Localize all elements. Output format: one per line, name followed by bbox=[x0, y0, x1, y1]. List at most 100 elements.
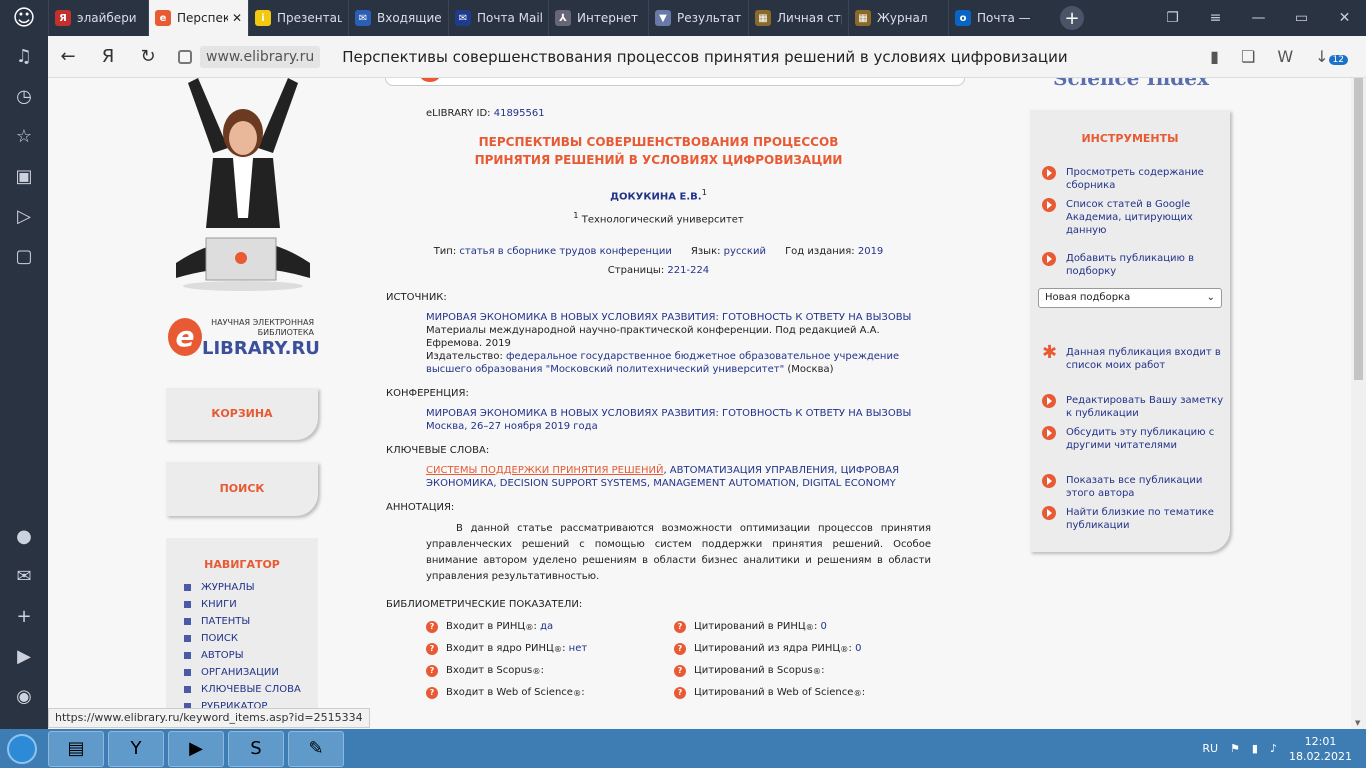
network-icon[interactable]: ▮ bbox=[1252, 742, 1258, 755]
tool-item[interactable]: Показать все публикации этого автора bbox=[1042, 474, 1227, 500]
tool-item[interactable]: Список статей в Google Академиа, цитирую… bbox=[1042, 198, 1227, 237]
tab-0[interactable]: Яэлайбери bbox=[48, 0, 148, 36]
collections-icon[interactable]: ▣ bbox=[0, 156, 48, 196]
help-icon[interactable]: ? bbox=[674, 664, 686, 677]
flag-icon[interactable]: ⚑ bbox=[1230, 742, 1240, 755]
add-icon[interactable]: + bbox=[0, 596, 48, 636]
nav-item[interactable]: КЛЮЧЕВЫЕ СЛОВА bbox=[166, 681, 318, 698]
tab-1[interactable]: e Перспективы ✕ bbox=[148, 0, 248, 36]
tab-7[interactable]: ▦ Личная страница bbox=[748, 0, 848, 36]
history-icon[interactable]: ◷ bbox=[0, 76, 48, 116]
help-icon[interactable]: ? bbox=[426, 642, 438, 655]
source-body: МИРОВАЯ ЭКОНОМИКА В НОВЫХ УСЛОВИЯХ РАЗВИ… bbox=[386, 311, 931, 376]
star-icon[interactable]: ☆ bbox=[0, 116, 48, 156]
publisher-city: (Москва) bbox=[787, 363, 834, 375]
tab-6[interactable]: ▼ Результаты bbox=[648, 0, 748, 36]
tool-item[interactable]: Просмотреть содержание сборника bbox=[1042, 166, 1227, 192]
author-link[interactable]: ДОКУКИНА Е.В. bbox=[610, 191, 701, 202]
help-icon[interactable]: ? bbox=[674, 686, 686, 699]
bell-icon[interactable]: ♫ bbox=[0, 36, 48, 76]
bullet-icon bbox=[184, 618, 191, 625]
tab-5[interactable]: ⅄ Интернет bbox=[548, 0, 648, 36]
tab-label: Интернет bbox=[577, 11, 639, 25]
help-icon[interactable]: ? bbox=[426, 664, 438, 677]
close-button[interactable]: ✕ bbox=[1323, 10, 1366, 26]
tool-item-label: Редактировать Вашу заметку к публикации bbox=[1066, 395, 1224, 419]
tool-item[interactable]: ✱ Данная публикация входит в список моих … bbox=[1042, 344, 1227, 372]
maximize-button[interactable]: ▭ bbox=[1280, 10, 1323, 26]
help-icon[interactable]: ? bbox=[674, 642, 686, 655]
nav-item[interactable]: АВТОРЫ bbox=[166, 647, 318, 664]
tab-3[interactable]: ✉ Входящие bbox=[348, 0, 448, 36]
collection-select[interactable]: Новая подборка ⌄ bbox=[1038, 288, 1222, 308]
cart-button[interactable]: КОРЗИНА bbox=[166, 388, 318, 440]
help-icon[interactable]: ? bbox=[674, 620, 686, 633]
word-icon[interactable]: W bbox=[1277, 47, 1293, 66]
tool-item[interactable]: Найти близкие по тематике публикации bbox=[1042, 506, 1227, 532]
yandex-browser-icon[interactable]: Y bbox=[108, 730, 164, 767]
keyword-link[interactable]: СИСТЕМЫ ПОДДЕРЖКИ ПРИНЯТИЯ РЕШЕНИЙ bbox=[426, 465, 663, 476]
scroll-thumb[interactable] bbox=[1354, 78, 1363, 380]
elibrary-logo[interactable]: e НАУЧНАЯ ЭЛЕКТРОННАЯ БИБЛИОТЕКА LIBRARY… bbox=[168, 316, 328, 366]
tabs-icon[interactable]: ❐ bbox=[1151, 10, 1194, 26]
skype-icon[interactable]: S bbox=[228, 730, 284, 767]
tab-4[interactable]: ✉ Почта Mail bbox=[448, 0, 548, 36]
menu-icon[interactable]: ≡ bbox=[1194, 10, 1237, 26]
navigator-panel: НАВИГАТОР ЖУРНАЛЫ КНИГИ ПАТЕНТЫ ПОИСК АВТОРЫ… bbox=[166, 538, 318, 729]
play-icon[interactable]: ▷ bbox=[0, 196, 48, 236]
tool-item-label: Найти близкие по тематике публикации bbox=[1066, 507, 1214, 531]
alice-icon[interactable]: ● bbox=[0, 516, 48, 556]
tab-9[interactable]: o Почта — bbox=[948, 0, 1048, 36]
new-tab-button[interactable]: + bbox=[1060, 6, 1084, 30]
registered-mark: ® bbox=[853, 687, 862, 698]
calendar-icon[interactable]: ▢ bbox=[0, 236, 48, 276]
back-icon[interactable]: ← bbox=[48, 46, 88, 67]
bib-label: Цитирований из ядра РИНЦ bbox=[694, 643, 841, 655]
input-language[interactable]: RU bbox=[1202, 742, 1218, 755]
url-field[interactable]: www.elibrary.ru bbox=[178, 45, 321, 68]
nav-item[interactable]: КНИГИ bbox=[166, 596, 318, 613]
affiliation[interactable]: Технологический университет bbox=[582, 215, 744, 226]
reload-icon[interactable]: ↻ bbox=[128, 46, 168, 67]
scrollbar[interactable]: ▲▼ bbox=[1351, 78, 1366, 729]
nav-item[interactable]: ПАТЕНТЫ bbox=[166, 613, 318, 630]
media-icon[interactable]: ▶ bbox=[168, 730, 224, 767]
year-value: 2019 bbox=[857, 245, 884, 257]
nav-item[interactable]: ОРГАНИЗАЦИИ bbox=[166, 664, 318, 681]
paint-icon[interactable]: ✎ bbox=[288, 730, 344, 767]
science-index-logo[interactable]: Science Index bbox=[1053, 78, 1209, 90]
yandex-logo-icon[interactable]: Я bbox=[88, 46, 128, 67]
close-tab-icon[interactable]: ✕ bbox=[232, 11, 242, 25]
bookmark-icon[interactable]: ▮ bbox=[1210, 47, 1219, 66]
start-button[interactable] bbox=[0, 729, 44, 768]
nav-item[interactable]: ЖУРНАЛЫ bbox=[166, 579, 318, 596]
download-icon[interactable]: ↓ 12 bbox=[1315, 47, 1348, 66]
tab-favicon-icon: e bbox=[155, 10, 171, 26]
browser-sidebar: ♫ ◷ ☆ ▣ ▷ ▢ ● ✉ + ▶ ◉ bbox=[0, 36, 48, 729]
messenger-icon[interactable]: ▶ bbox=[0, 636, 48, 676]
keywords-body: СИСТЕМЫ ПОДДЕРЖКИ ПРИНЯТИЯ РЕШЕНИЙ, АВТО… bbox=[386, 464, 931, 490]
mail-icon[interactable]: ✉ bbox=[0, 556, 48, 596]
voice-icon[interactable]: ◉ bbox=[0, 676, 48, 716]
tab-label: Перспективы bbox=[177, 11, 228, 25]
bib-item: ? Входит в ядро РИНЦ ®: нет bbox=[426, 638, 650, 660]
top-banner bbox=[385, 78, 965, 86]
search-button[interactable]: ПОИСК bbox=[166, 462, 318, 516]
help-icon[interactable]: ? bbox=[426, 686, 438, 699]
nav-item[interactable]: ПОИСК bbox=[166, 630, 318, 647]
yandex-menu-icon[interactable]: ☺ bbox=[0, 0, 48, 36]
explorer-icon[interactable]: ▤ bbox=[48, 730, 104, 767]
tab-8[interactable]: ▦ Журнал bbox=[848, 0, 948, 36]
clock[interactable]: 12:01 18.02.2021 bbox=[1289, 734, 1352, 764]
tool-item[interactable]: Обсудить эту публикацию с другими читате… bbox=[1042, 426, 1227, 452]
tool-item[interactable]: Редактировать Вашу заметку к публикации bbox=[1042, 394, 1227, 420]
volume-icon[interactable]: ♪ bbox=[1270, 742, 1277, 755]
tab-2[interactable]: i Презентация bbox=[248, 0, 348, 36]
conference-title[interactable]: МИРОВАЯ ЭКОНОМИКА В НОВЫХ УСЛОВИЯХ РАЗВИ… bbox=[426, 407, 931, 420]
minimize-button[interactable]: — bbox=[1237, 10, 1280, 26]
help-icon[interactable]: ? bbox=[426, 620, 438, 633]
tab-label: Почта Mail bbox=[477, 11, 542, 25]
reader-icon[interactable]: ❏ bbox=[1241, 47, 1255, 66]
tool-item[interactable]: Добавить публикацию в подборку bbox=[1042, 252, 1227, 278]
source-title[interactable]: МИРОВАЯ ЭКОНОМИКА В НОВЫХ УСЛОВИЯХ РАЗВИ… bbox=[426, 311, 931, 324]
